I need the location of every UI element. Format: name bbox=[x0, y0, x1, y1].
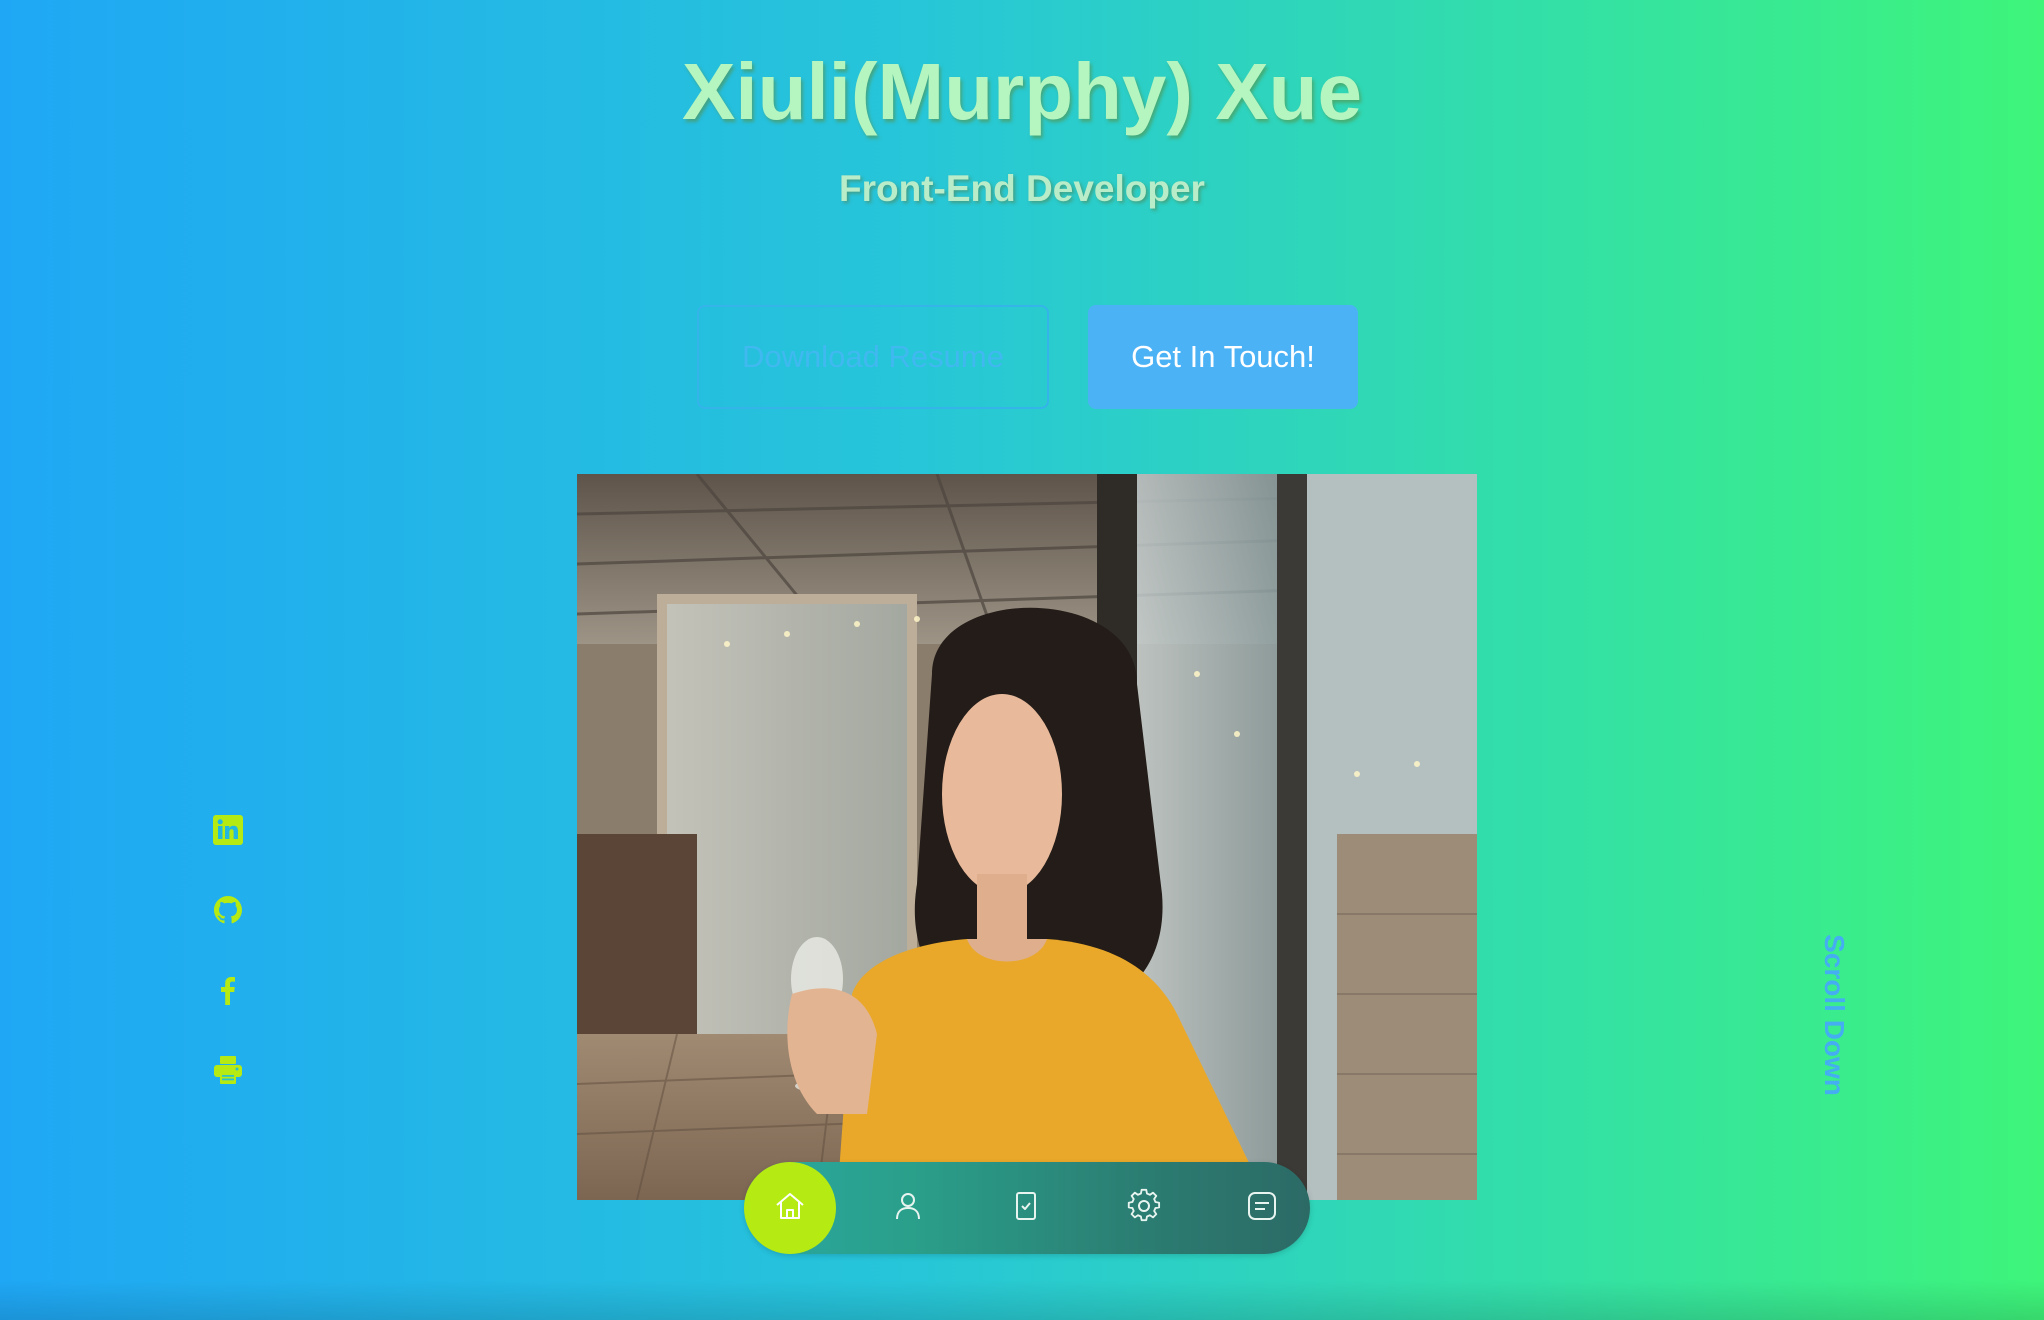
scroll-down-label: Scroll Down bbox=[1819, 934, 1851, 1096]
hero-name: Xiuli(Murphy) Xue bbox=[682, 47, 1362, 136]
get-in-touch-button[interactable]: Get In Touch! bbox=[1088, 305, 1358, 409]
nav-experience[interactable] bbox=[980, 1162, 1072, 1254]
gear-icon bbox=[1126, 1188, 1162, 1229]
linkedin-link[interactable] bbox=[208, 812, 248, 852]
page-bottom-shadow bbox=[0, 1280, 2044, 1320]
nav-services[interactable] bbox=[1098, 1162, 1190, 1254]
user-icon bbox=[891, 1189, 925, 1228]
facebook-link[interactable] bbox=[208, 972, 248, 1012]
facebook-icon bbox=[212, 974, 244, 1011]
printer-icon bbox=[212, 1054, 244, 1091]
nav-about[interactable] bbox=[862, 1162, 954, 1254]
linkedin-icon bbox=[212, 814, 244, 851]
print-link[interactable] bbox=[208, 1052, 248, 1092]
scroll-down-link[interactable]: Scroll Down bbox=[1812, 930, 1856, 1100]
message-icon bbox=[1245, 1189, 1279, 1228]
clipboard-check-icon bbox=[1009, 1189, 1043, 1228]
github-icon bbox=[212, 894, 244, 931]
profile-photo bbox=[577, 474, 1477, 1200]
github-link[interactable] bbox=[208, 892, 248, 932]
home-icon bbox=[773, 1189, 807, 1228]
nav-home[interactable] bbox=[744, 1162, 836, 1254]
download-resume-button[interactable]: Download Resume bbox=[697, 305, 1049, 409]
bottom-nav bbox=[744, 1162, 1310, 1254]
hero-role: Front-End Developer bbox=[839, 168, 1205, 209]
nav-contact[interactable] bbox=[1216, 1162, 1308, 1254]
